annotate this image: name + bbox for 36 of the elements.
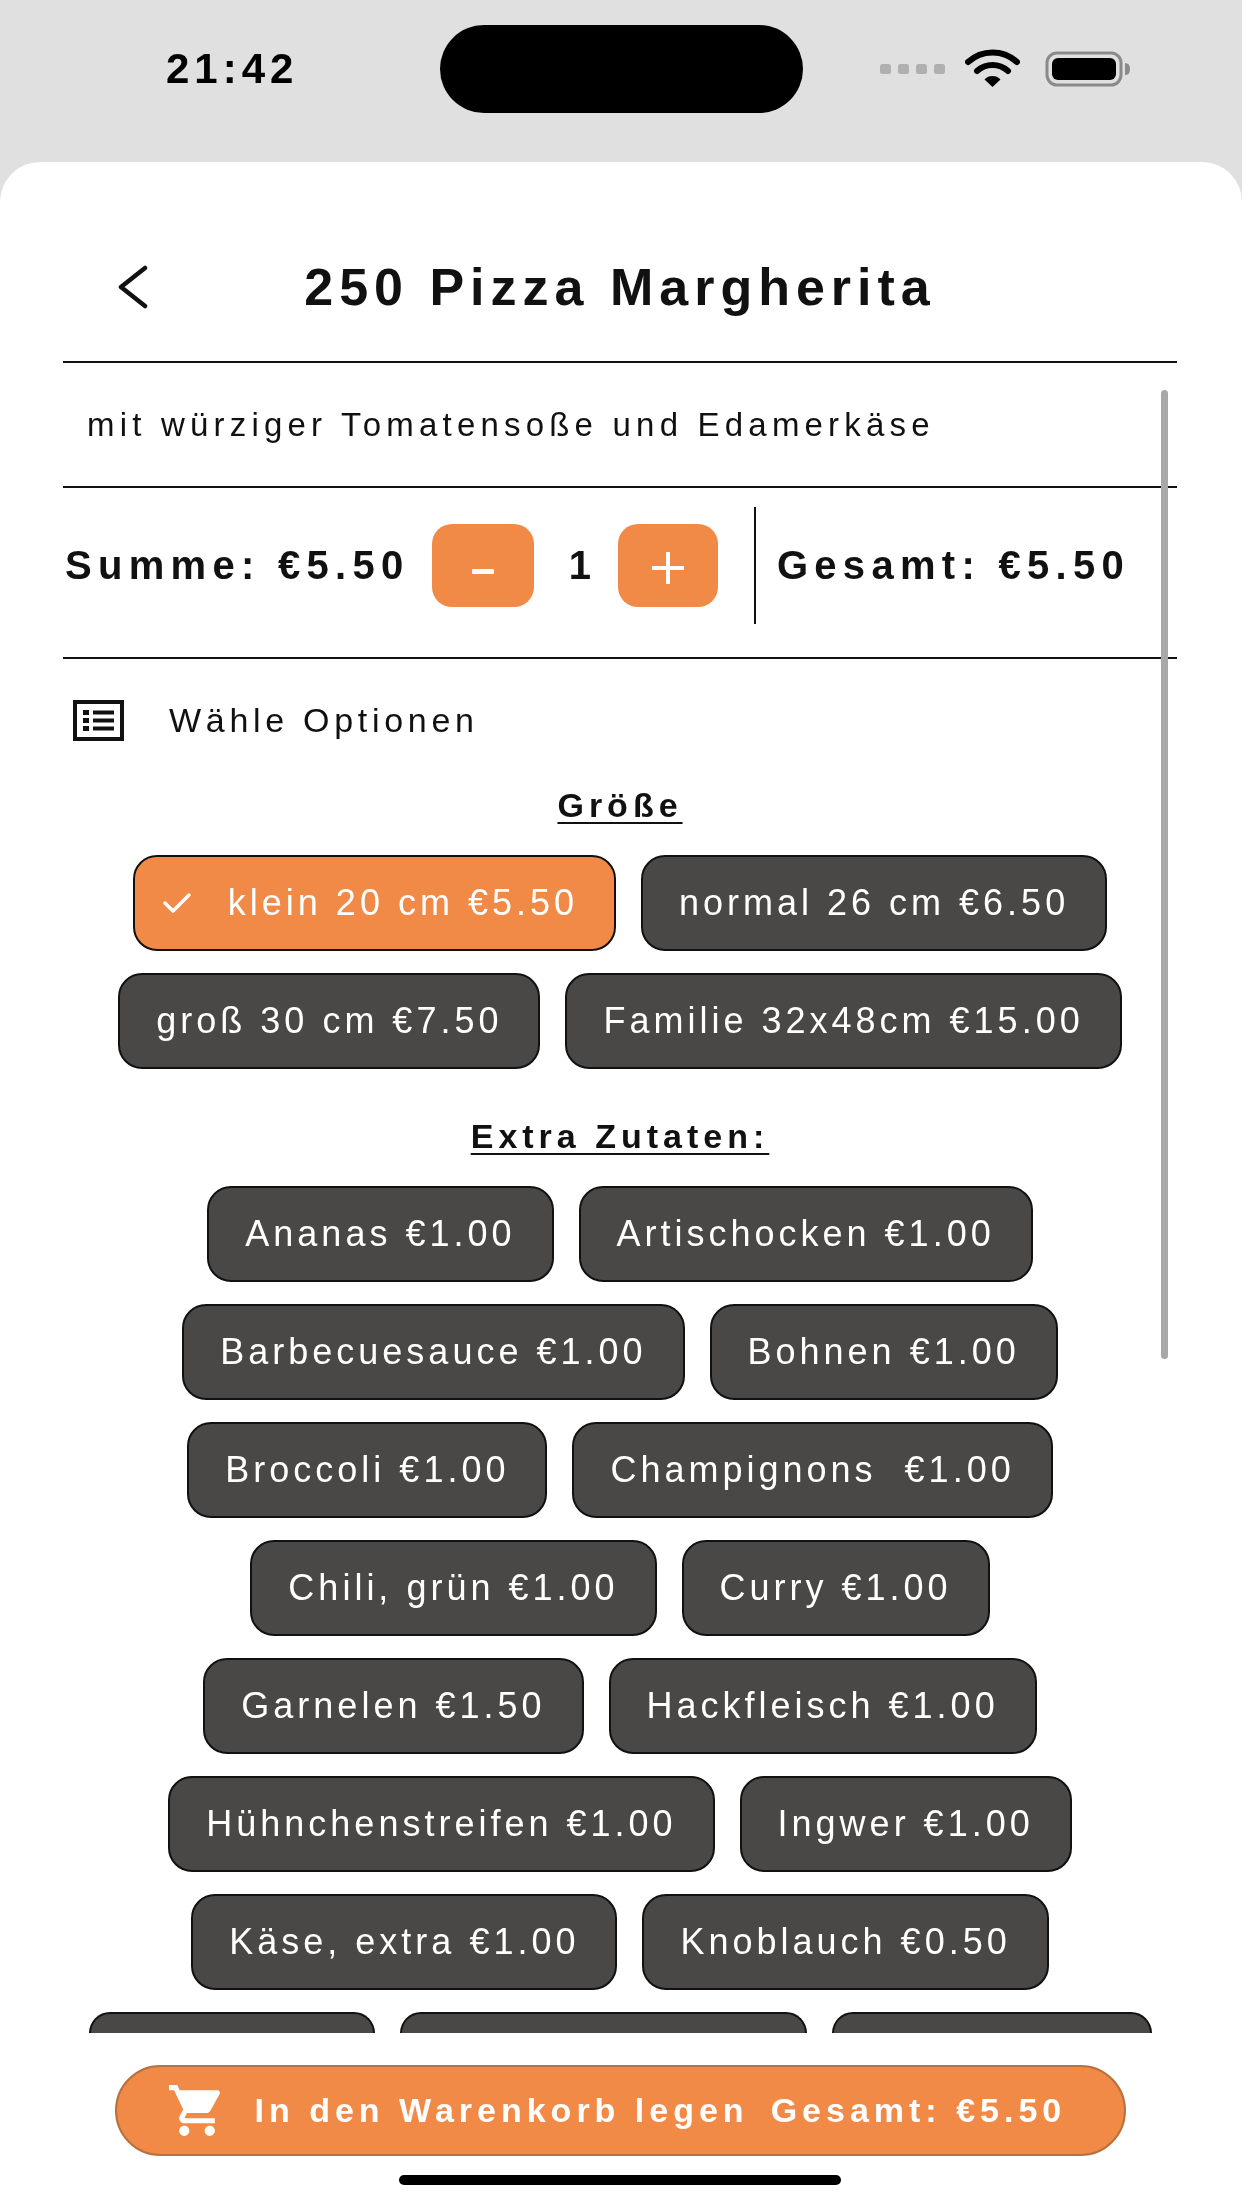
battery-icon [1045,51,1131,87]
option-chip[interactable] [399,2012,807,2033]
signal-icon [880,63,945,75]
option-chip[interactable]: Hackfleisch €1.00 [608,1658,1037,1754]
option-chip[interactable]: Champignons €1.00 [572,1422,1053,1518]
option-chip[interactable]: normal 26 cm €6.50 [641,855,1108,951]
option-chip[interactable] [88,2012,375,2033]
option-chip[interactable]: groß 30 cm €7.50 [118,973,541,1069]
option-chip[interactable]: Barbecuesauce €1.00 [182,1304,685,1400]
section-heading: Extra Zutaten: [470,1116,770,1156]
status-time: 21:42 [166,48,299,90]
option-chip[interactable]: Chili, grün €1.00 [250,1540,657,1636]
minus-icon [471,569,494,574]
option-chip[interactable]: Broccoli €1.00 [187,1422,548,1518]
option-chip[interactable]: Hühnchenstreifen €1.00 [168,1776,715,1872]
list-icon [73,700,124,741]
option-chip[interactable] [831,2012,1152,2033]
option-chip[interactable]: Curry €1.00 [681,1540,990,1636]
wifi-icon [965,49,1020,89]
option-chip[interactable]: Garnelen €1.50 [203,1658,584,1754]
quantity-value: 1 [568,543,591,588]
section-heading: Größe [557,785,683,825]
option-chip[interactable]: Bohnen €1.00 [709,1304,1058,1400]
option-chip[interactable]: Familie 32x48cm €15.00 [565,973,1122,1069]
check-icon [161,891,192,915]
option-chip[interactable]: Knoblauch €0.50 [642,1894,1049,1990]
option-chip[interactable]: Käse, extra €1.00 [191,1894,618,1990]
total-text: Gesamt: €5.50 [776,543,1131,588]
option-chip[interactable]: Artischocken €1.00 [578,1186,1033,1282]
options-heading: Wähle Optionen [169,701,479,740]
page-title: 250 Pizza Margherita [304,257,936,317]
plus-icon [651,551,684,584]
option-chip[interactable]: Ananas €1.00 [207,1186,554,1282]
option-chip[interactable]: Ingwer €1.00 [739,1776,1072,1872]
subtotal-text: Summe: €5.50 [65,543,410,588]
description-text: mit würziger Tomatensoße und Edamerkäse [87,405,935,444]
